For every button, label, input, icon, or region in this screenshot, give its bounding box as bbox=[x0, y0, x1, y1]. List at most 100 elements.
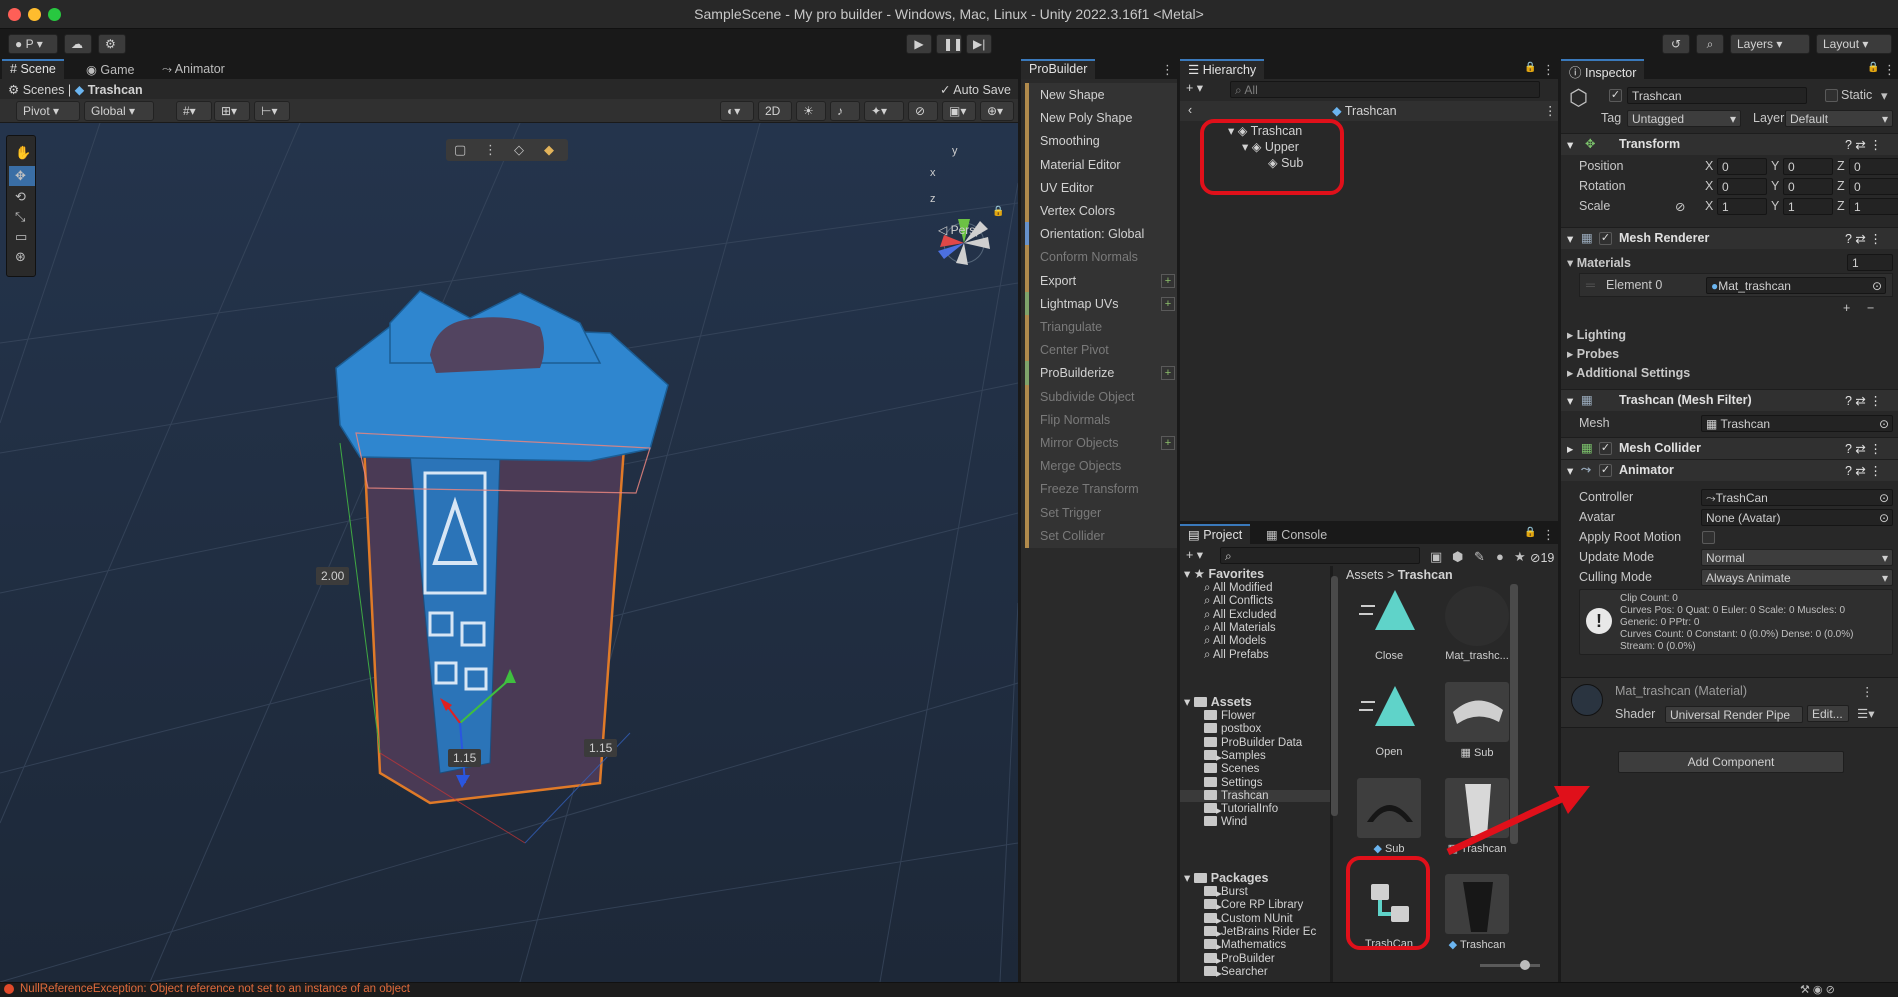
scale-tool-icon[interactable]: ⤡ bbox=[15, 210, 25, 223]
auto-save-toggle[interactable]: ✓ Auto Save bbox=[940, 82, 1011, 97]
probuilder-conform-normals-button[interactable]: Conform Normals bbox=[1025, 245, 1177, 270]
controller-field[interactable]: ⤳TrashCan ⊙ bbox=[1701, 489, 1893, 506]
tab-animator[interactable]: ⤳ Animator bbox=[154, 59, 233, 79]
favorites-header[interactable]: ▾ ★ Favorites bbox=[1184, 566, 1264, 581]
options-plus-icon[interactable]: + bbox=[1161, 296, 1175, 311]
move-tool-icon[interactable]: ✥ bbox=[9, 166, 35, 186]
probuilder-uv-editor-button[interactable]: UV Editor bbox=[1025, 175, 1177, 200]
scene-viewport[interactable] bbox=[0, 123, 1018, 982]
probuilder-mirror-objects-button[interactable]: Mirror Objects + bbox=[1025, 431, 1177, 455]
scale-x-field[interactable]: 1 bbox=[1717, 198, 1767, 215]
remove-element-button[interactable]: − bbox=[1867, 301, 1874, 315]
more-icon[interactable]: ⋮ bbox=[1544, 103, 1557, 118]
probuilder-set-collider-button[interactable]: Set Collider bbox=[1025, 523, 1177, 548]
play-button[interactable]: ▶ bbox=[906, 34, 932, 54]
more-icon[interactable]: ⋮ bbox=[1161, 63, 1174, 76]
asset-mat-trashcan[interactable]: Mat_trashc... bbox=[1442, 586, 1512, 662]
header-actions[interactable]: ? ⇄ ⋮ bbox=[1845, 393, 1882, 408]
transform-tool-icon[interactable]: ⊛ bbox=[15, 250, 26, 263]
mesh-field[interactable]: ▦ Trashcan ⊙ bbox=[1701, 415, 1893, 432]
header-actions[interactable]: ? ⇄ ⋮ bbox=[1845, 137, 1882, 152]
probuilder-subdivide-object-button[interactable]: Subdivide Object bbox=[1025, 384, 1177, 409]
packages-item[interactable]: ▸ Burst bbox=[1204, 886, 1248, 900]
object-name-field[interactable]: Trashcan bbox=[1627, 87, 1807, 104]
header-actions[interactable]: ? ⇄ ⋮ bbox=[1845, 441, 1882, 456]
hierarchy-search-input[interactable]: ⌕ All bbox=[1230, 81, 1540, 98]
tab-game[interactable]: ◉ Game bbox=[78, 59, 142, 79]
update-mode-dropdown[interactable]: Normal ▾ bbox=[1701, 549, 1893, 566]
probuilder-center-pivot-button[interactable]: Center Pivot bbox=[1025, 338, 1177, 363]
scale-y-field[interactable]: 1 bbox=[1783, 198, 1833, 215]
probuilder-flip-normals-button[interactable]: Flip Normals bbox=[1025, 407, 1177, 432]
position-y-field[interactable]: 0 bbox=[1783, 158, 1833, 175]
lighting-foldout[interactable]: ▸ Lighting bbox=[1567, 327, 1626, 342]
rotation-x-field[interactable]: 0 bbox=[1717, 178, 1767, 195]
breadcrumb[interactable]: ⚙ Scenes | ◆ Trashcan bbox=[8, 82, 143, 97]
status-icons[interactable]: ⚒ ◉ ⊘ bbox=[1800, 983, 1835, 996]
back-icon[interactable]: ‹ bbox=[1188, 103, 1192, 117]
assets-header[interactable]: ▾ Assets bbox=[1184, 694, 1252, 709]
assets-item[interactable]: ▸ Samples bbox=[1204, 749, 1266, 764]
probuilder-lightmap-uvs-button[interactable]: Lightmap UVs + bbox=[1025, 291, 1177, 316]
persp-label[interactable]: ◁ Persp bbox=[938, 223, 982, 237]
assets-item[interactable]: postbox bbox=[1204, 723, 1261, 735]
materials-count-field[interactable]: 1 bbox=[1847, 254, 1893, 271]
probuilder-vertex-colors-button[interactable]: Vertex Colors bbox=[1025, 199, 1177, 223]
visibility-icon[interactable]: ⊘ bbox=[908, 101, 938, 121]
assets-item[interactable]: Trashcan bbox=[1180, 789, 1330, 802]
options-plus-icon[interactable]: + bbox=[1161, 436, 1175, 450]
more-icon[interactable]: ⋮ bbox=[1883, 63, 1896, 76]
project-search-input[interactable]: ⌕ bbox=[1220, 547, 1420, 564]
create-dropdown[interactable]: + ▾ bbox=[1186, 547, 1203, 562]
tab-console[interactable]: ▦ Console bbox=[1258, 524, 1335, 544]
scale-z-field[interactable]: 1 bbox=[1849, 198, 1898, 215]
search-by-type-icon[interactable]: ▣ bbox=[1430, 550, 1442, 563]
ruler-icon[interactable]: ⊢▾ bbox=[254, 101, 290, 121]
mesh-filter-header[interactable]: ▾ ▦ Trashcan (Mesh Filter) ? ⇄ ⋮ bbox=[1561, 389, 1898, 411]
rotation-y-field[interactable]: 0 bbox=[1783, 178, 1833, 195]
asset-trashcan-prefab[interactable]: ◆ Trashcan bbox=[1442, 874, 1512, 951]
probuilder-triangulate-button[interactable]: Triangulate bbox=[1025, 315, 1177, 339]
asset-sub-mesh[interactable]: ▦ Sub bbox=[1442, 682, 1512, 759]
packages-header[interactable]: ▾ Packages bbox=[1184, 870, 1268, 885]
tab-hierarchy[interactable]: ☰ Hierarchy bbox=[1180, 59, 1265, 79]
assets-item[interactable]: Wind bbox=[1204, 816, 1247, 828]
mesh-collider-header[interactable]: ▸ ▦ ✓ Mesh Collider ? ⇄ ⋮ bbox=[1561, 437, 1898, 459]
favorites-item[interactable]: ⌕ All Materials bbox=[1204, 622, 1276, 635]
favorites-item[interactable]: ⌕ All Conflicts bbox=[1204, 595, 1273, 608]
warning-icon[interactable]: ● bbox=[1496, 550, 1504, 563]
face-mode-icon[interactable]: ◆ bbox=[544, 143, 554, 156]
asset-open[interactable]: Open bbox=[1354, 682, 1424, 758]
rotation-z-field[interactable]: 0 bbox=[1849, 178, 1898, 195]
tab-scene[interactable]: # Scene bbox=[2, 59, 64, 79]
probuilder-merge-objects-button[interactable]: Merge Objects bbox=[1025, 454, 1177, 479]
edge-mode-icon[interactable]: ◇ bbox=[514, 143, 524, 156]
history-icon[interactable]: ↺ bbox=[1662, 34, 1690, 54]
pivot-dropdown[interactable]: Pivot ▾ bbox=[16, 101, 80, 121]
object-mode-icon[interactable]: ▢ bbox=[454, 143, 466, 156]
create-dropdown[interactable]: + ▾ bbox=[1186, 80, 1203, 95]
add-component-button[interactable]: Add Component bbox=[1618, 751, 1844, 773]
materials-foldout[interactable]: ▾ Materials bbox=[1567, 255, 1631, 270]
packages-item[interactable]: ▸ Custom NUnit bbox=[1204, 912, 1293, 927]
packages-item[interactable]: ▸ Mathematics bbox=[1204, 939, 1286, 953]
assets-item[interactable]: Settings bbox=[1204, 776, 1263, 789]
rect-tool-icon[interactable]: ▭ bbox=[15, 230, 27, 243]
asset-close[interactable]: Close bbox=[1354, 586, 1424, 662]
edit-shader-button[interactable]: Edit... bbox=[1807, 705, 1849, 722]
apply-root-motion-checkbox[interactable] bbox=[1702, 531, 1715, 544]
vertex-mode-icon[interactable]: ⋮ bbox=[484, 143, 497, 156]
active-checkbox[interactable]: ✓ bbox=[1609, 89, 1622, 102]
snap-increment-icon[interactable]: ⊞▾ bbox=[214, 101, 250, 121]
probuilder-set-trigger-button[interactable]: Set Trigger bbox=[1025, 500, 1177, 525]
status-bar[interactable]: NullReferenceException: Object reference… bbox=[0, 982, 1898, 997]
effects-icon[interactable]: ✦▾ bbox=[864, 101, 904, 121]
layout-dropdown[interactable]: Layout ▾ bbox=[1816, 34, 1892, 54]
avatar-field[interactable]: None (Avatar) ⊙ bbox=[1701, 509, 1893, 526]
thumbnail-size-handle[interactable] bbox=[1520, 960, 1530, 970]
search-icon[interactable]: ⌕ bbox=[1696, 34, 1724, 54]
assets-item[interactable]: Scenes bbox=[1204, 763, 1259, 775]
probuilder-new-poly-shape-button[interactable]: New Poly Shape bbox=[1025, 106, 1177, 131]
tree-scrollbar[interactable] bbox=[1331, 576, 1338, 816]
audio-toggle-icon[interactable]: ♪ bbox=[830, 101, 860, 121]
